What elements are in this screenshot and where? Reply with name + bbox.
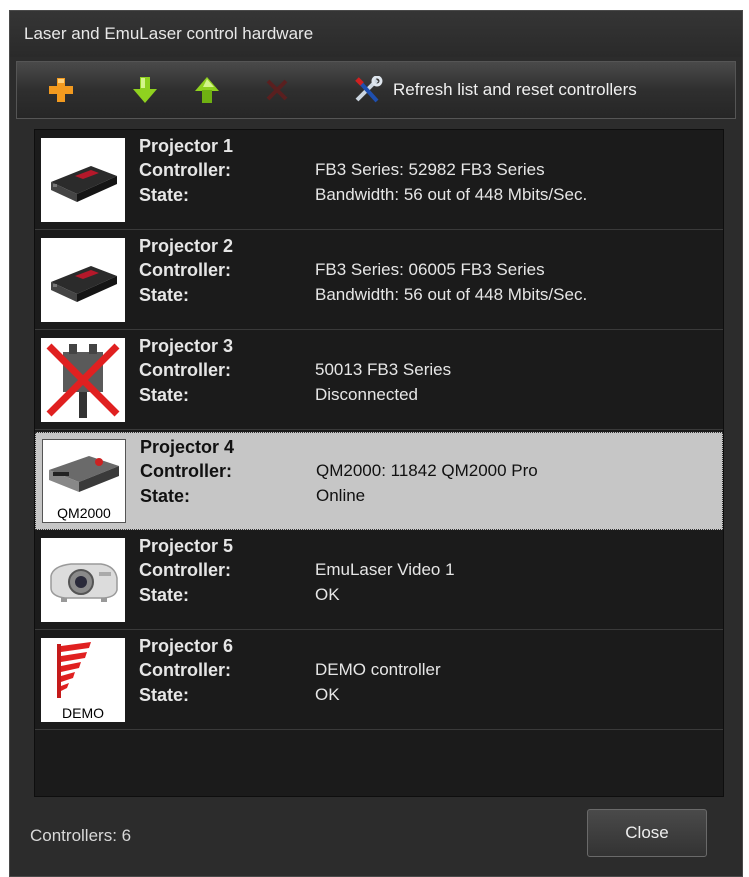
plus-icon <box>48 77 74 103</box>
state-label: State: <box>140 486 191 506</box>
controller-list[interactable]: Projector 1 Controller: FB3 Series: 5298… <box>34 129 724 797</box>
projector-name: Projector 3 <box>139 336 234 356</box>
disconnected-plug-icon <box>41 338 125 422</box>
thumb-label: DEMO <box>62 705 104 721</box>
controller-value: 50013 FB3 Series <box>315 360 452 379</box>
state-label: State: <box>139 385 190 405</box>
state-value: OK <box>315 585 340 604</box>
list-item[interactable]: Projector 1 Controller: FB3 Series: 5298… <box>35 132 723 230</box>
move-down-button[interactable] <box>125 62 165 118</box>
hardware-dialog: Laser and EmuLaser control hardware Refr… <box>9 10 743 877</box>
controller-label: Controller: <box>139 560 231 580</box>
list-item[interactable]: Projector 3 Controller: 50013 FB3 Series… <box>35 332 723 430</box>
controller-label: Controller: <box>139 660 231 680</box>
state-value: Bandwidth: 56 out of 448 Mbits/Sec. <box>315 185 588 204</box>
controller-label: Controller: <box>139 160 231 180</box>
refresh-label: Refresh list and reset controllers <box>393 80 637 99</box>
controller-value: FB3 Series: 52982 FB3 Series <box>315 160 545 179</box>
controller-label: Controller: <box>139 260 231 280</box>
state-label: State: <box>139 685 190 705</box>
refresh-reset-button[interactable]: Refresh list and reset controllers <box>353 62 713 118</box>
state-label: State: <box>139 285 190 305</box>
x-icon <box>265 78 289 102</box>
move-up-button[interactable] <box>187 62 227 118</box>
tools-icon <box>353 76 383 104</box>
controller-value: DEMO controller <box>315 660 441 679</box>
state-label: State: <box>139 585 190 605</box>
controller-label: Controller: <box>140 461 232 481</box>
controller-label: Controller: <box>139 360 231 380</box>
video-projector-icon <box>41 538 125 622</box>
window-title: Laser and EmuLaser control hardware <box>10 11 742 57</box>
state-label: State: <box>139 185 190 205</box>
arrow-down-icon <box>132 76 158 104</box>
list-item-selected[interactable]: QM2000 Projector 4 Controller: QM2000: 1… <box>35 432 723 530</box>
thumb-label: QM2000 <box>57 505 111 521</box>
demo-flag-icon: DEMO <box>41 638 125 722</box>
controller-value: FB3 Series: 06005 FB3 Series <box>315 260 545 279</box>
delete-controller-button[interactable] <box>257 62 297 118</box>
qm2000-device-icon: QM2000 <box>42 439 126 523</box>
controllers-count: Controllers: 6 <box>30 826 132 845</box>
projector-name: Projector 2 <box>139 236 234 256</box>
state-value: OK <box>315 685 340 704</box>
projector-name: Projector 4 <box>140 437 235 457</box>
toolbar: Refresh list and reset controllers <box>16 61 736 119</box>
projector-name: Projector 5 <box>139 536 234 556</box>
list-item[interactable]: DEMO Projector 6 Controller: DEMO contro… <box>35 632 723 730</box>
close-button[interactable]: Close <box>587 809 707 857</box>
fb3-device-icon <box>41 138 125 222</box>
state-value: Online <box>316 486 366 505</box>
projector-name: Projector 1 <box>139 136 234 156</box>
controller-value: EmuLaser Video 1 <box>315 560 455 579</box>
state-value: Bandwidth: 56 out of 448 Mbits/Sec. <box>315 285 588 304</box>
state-value: Disconnected <box>315 385 419 404</box>
add-controller-button[interactable] <box>41 62 81 118</box>
projector-name: Projector 6 <box>139 636 234 656</box>
list-item[interactable]: Projector 2 Controller: FB3 Series: 0600… <box>35 232 723 330</box>
fb3-device-icon <box>41 238 125 322</box>
list-item[interactable]: Projector 5 Controller: EmuLaser Video 1… <box>35 532 723 630</box>
controller-value: QM2000: 11842 QM2000 Pro <box>316 461 538 480</box>
arrow-up-icon <box>194 76 220 104</box>
